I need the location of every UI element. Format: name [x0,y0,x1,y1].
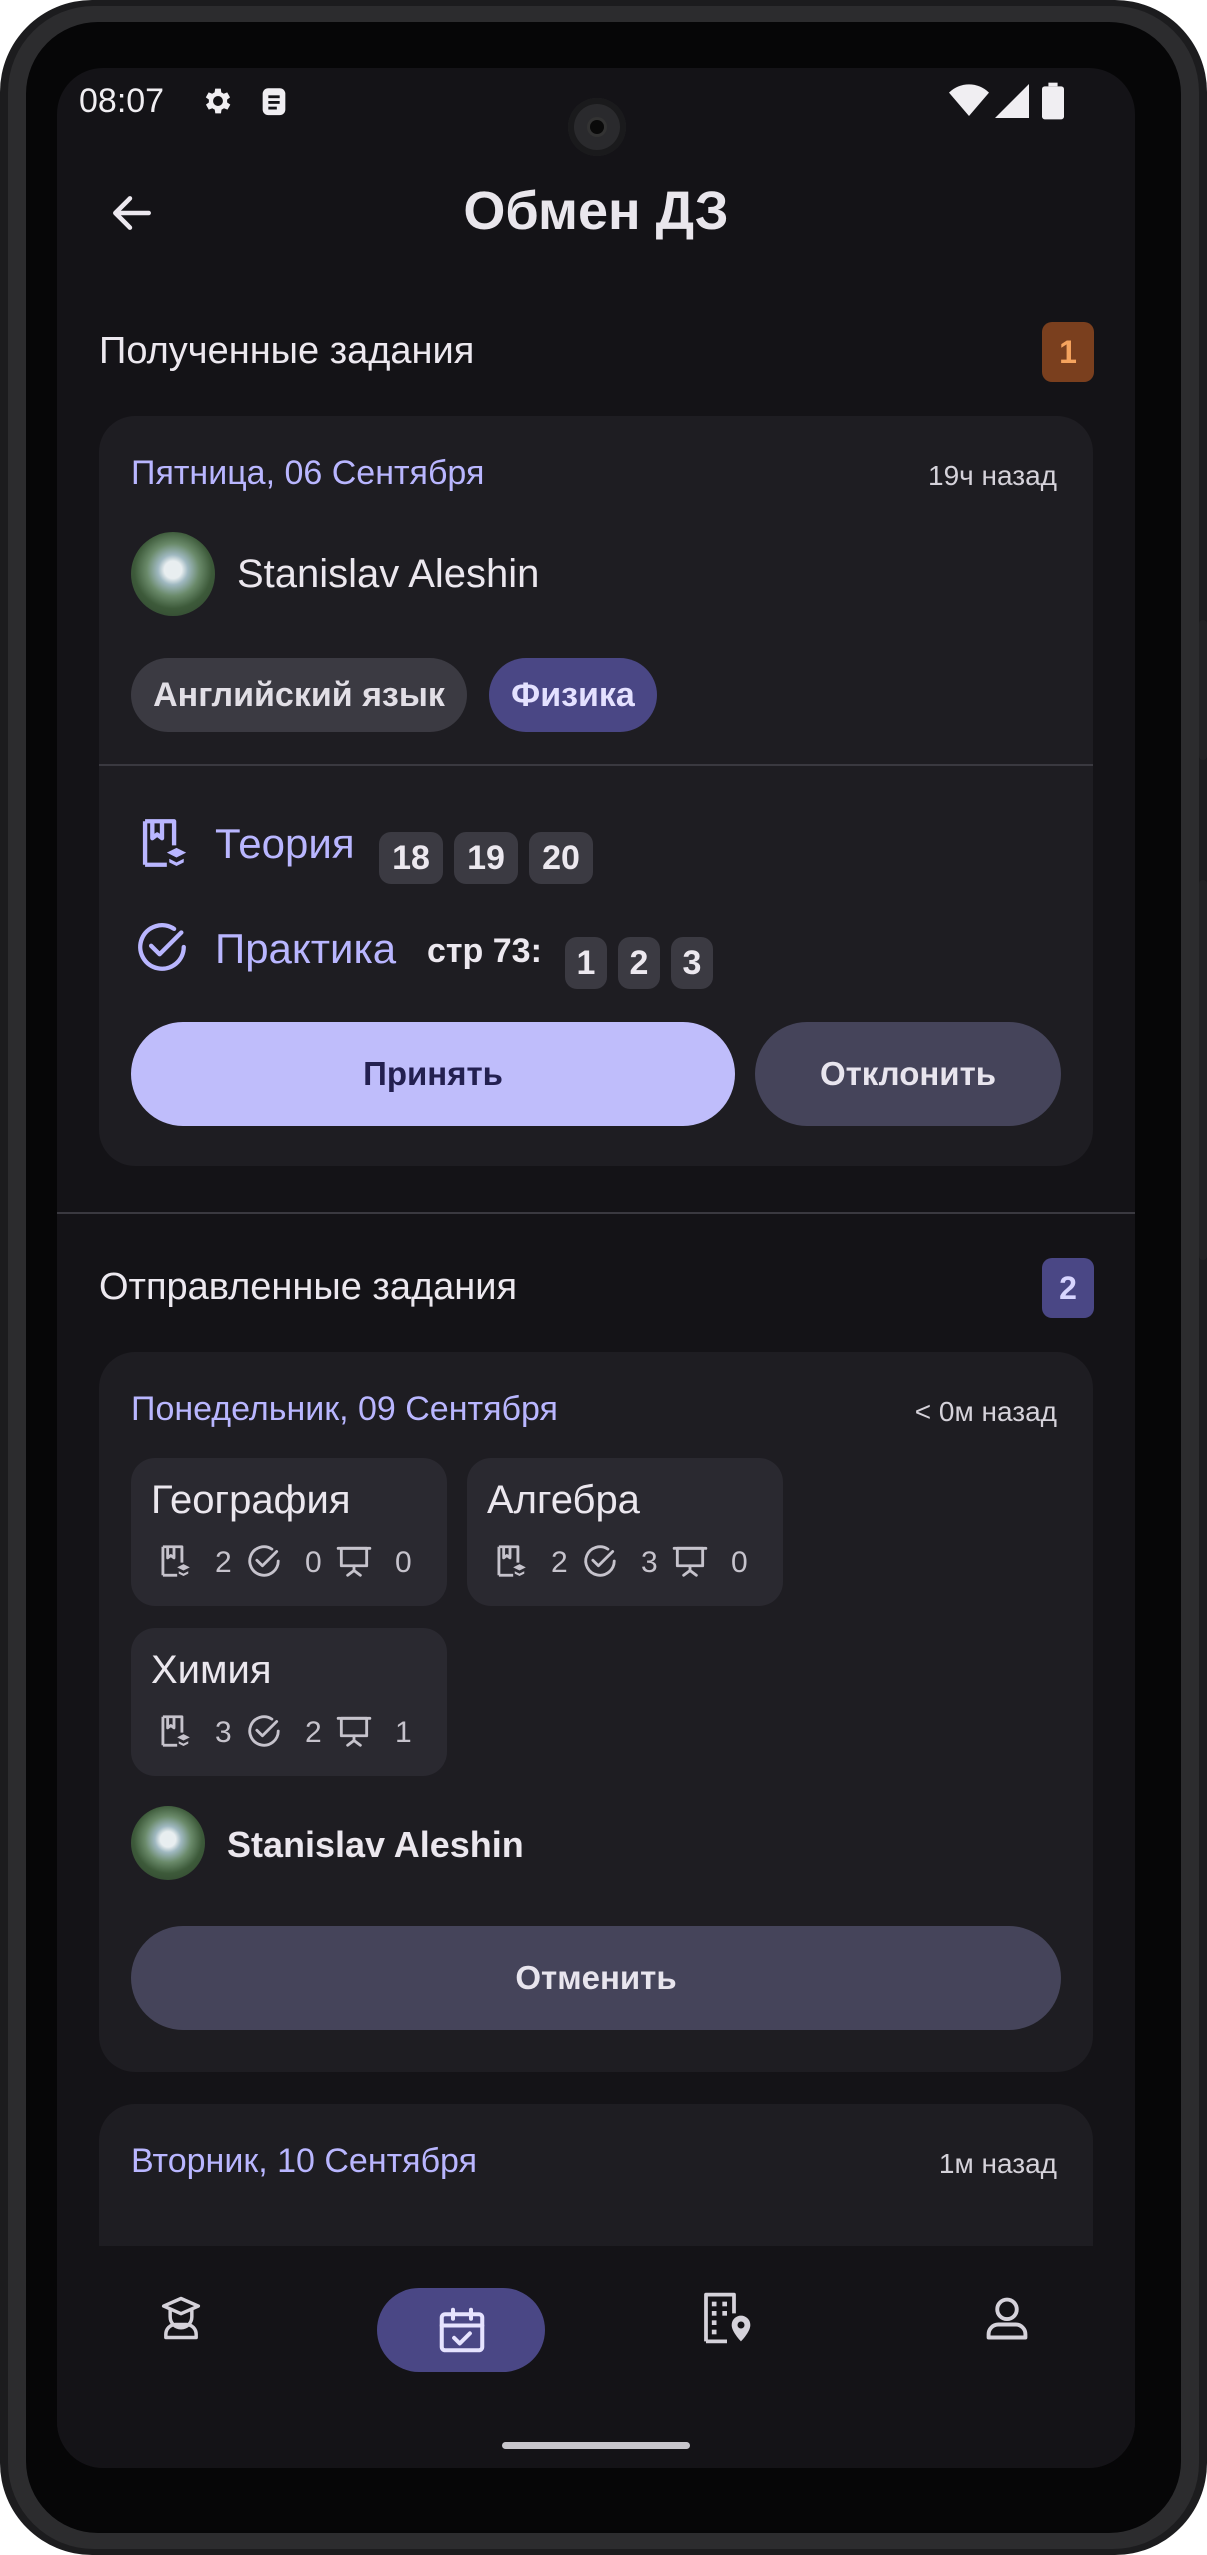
clipboard-icon [257,84,291,118]
theory-number: 19 [454,832,518,884]
next-card-date: Вторник, 10 Сентября [131,2142,477,2180]
subject-name: Алгебра [487,1478,640,1522]
receiver-name: Stanislav Aleshin [227,1824,524,1865]
theory-number: 18 [379,832,443,884]
practice-count: 2 [305,1716,322,1749]
practice-page: стр 73: [427,932,542,970]
card-divider [99,764,1093,766]
presentation-count: 1 [395,1716,412,1749]
practice-check-icon [245,1712,283,1750]
sent-subject-card[interactable]: Химия 3 2 1 [131,1628,447,1776]
accept-button[interactable]: Принять [131,1022,735,1126]
practice-number: 1 [565,937,607,989]
practice-count: 0 [305,1546,322,1579]
practice-check-icon [133,918,191,976]
receiver-avatar [131,1806,205,1880]
theory-book-icon [155,1712,193,1750]
theory-count: 2 [215,1546,232,1579]
signal-icon [995,84,1029,118]
gear-icon [201,84,235,118]
status-time: 08:07 [79,82,165,120]
subject-chip-selected[interactable]: Физика [489,658,657,732]
theory-book-icon [491,1542,529,1580]
student-hat-icon[interactable] [155,2292,207,2344]
received-time-ago: 19ч назад [928,460,1057,491]
battery-icon [1042,82,1064,120]
nav-item-active[interactable] [377,2288,545,2372]
front-camera [568,98,626,156]
subject-chip[interactable]: Английский язык [131,658,467,732]
practice-check-icon [581,1542,619,1580]
section-divider [57,1212,1135,1214]
bottom-navigation [57,2246,1135,2468]
presentation-count: 0 [395,1546,412,1579]
wifi-icon [949,84,989,118]
theory-number: 20 [529,832,593,884]
side-button-volume [1199,880,1207,1260]
received-count-badge: 1 [1042,322,1094,382]
received-date: Пятница, 06 Сентября [131,454,485,492]
presentation-count: 0 [731,1546,748,1579]
presentation-icon [335,1542,373,1580]
practice-number: 2 [618,937,660,989]
received-section-title: Полученные задания [99,330,475,372]
theory-count: 2 [551,1546,568,1579]
presentation-icon [335,1712,373,1750]
theory-book-icon [133,814,191,872]
next-card-time-ago: 1м назад [938,2148,1057,2179]
sent-subject-card[interactable]: География 2 0 0 [131,1458,447,1606]
practice-label: Практика [215,925,397,972]
practice-check-icon [245,1542,283,1580]
cancel-button[interactable]: Отменить [131,1926,1061,2030]
home-indicator[interactable] [502,2442,690,2449]
sender-name: Stanislav Aleshin [237,552,540,596]
decline-button[interactable]: Отклонить [755,1022,1061,1126]
subject-name: География [151,1478,351,1522]
sent-subject-card[interactable]: Алгебра 2 3 0 [467,1458,783,1606]
sent-section-title: Отправленные задания [99,1266,518,1308]
sent-time-ago: < 0м назад [914,1396,1057,1427]
sent-count-badge: 2 [1042,1258,1094,1318]
presentation-icon [671,1542,709,1580]
building-location-icon[interactable] [699,2288,755,2348]
screen: 08:07 Обмен ДЗ Полученные задания 1 Пятн… [57,68,1135,2468]
page-title: Обмен ДЗ [463,181,729,241]
practice-number: 3 [671,937,713,989]
sender-avatar [131,532,215,616]
theory-book-icon [155,1542,193,1580]
theory-label: Теория [215,820,355,867]
practice-count: 3 [641,1546,658,1579]
person-icon[interactable] [981,2292,1033,2344]
sent-date: Понедельник, 09 Сентября [131,1390,558,1428]
subject-name: Химия [151,1648,272,1692]
theory-count: 3 [215,1716,232,1749]
side-button-power [1199,620,1207,760]
calendar-check-icon [435,2302,489,2358]
